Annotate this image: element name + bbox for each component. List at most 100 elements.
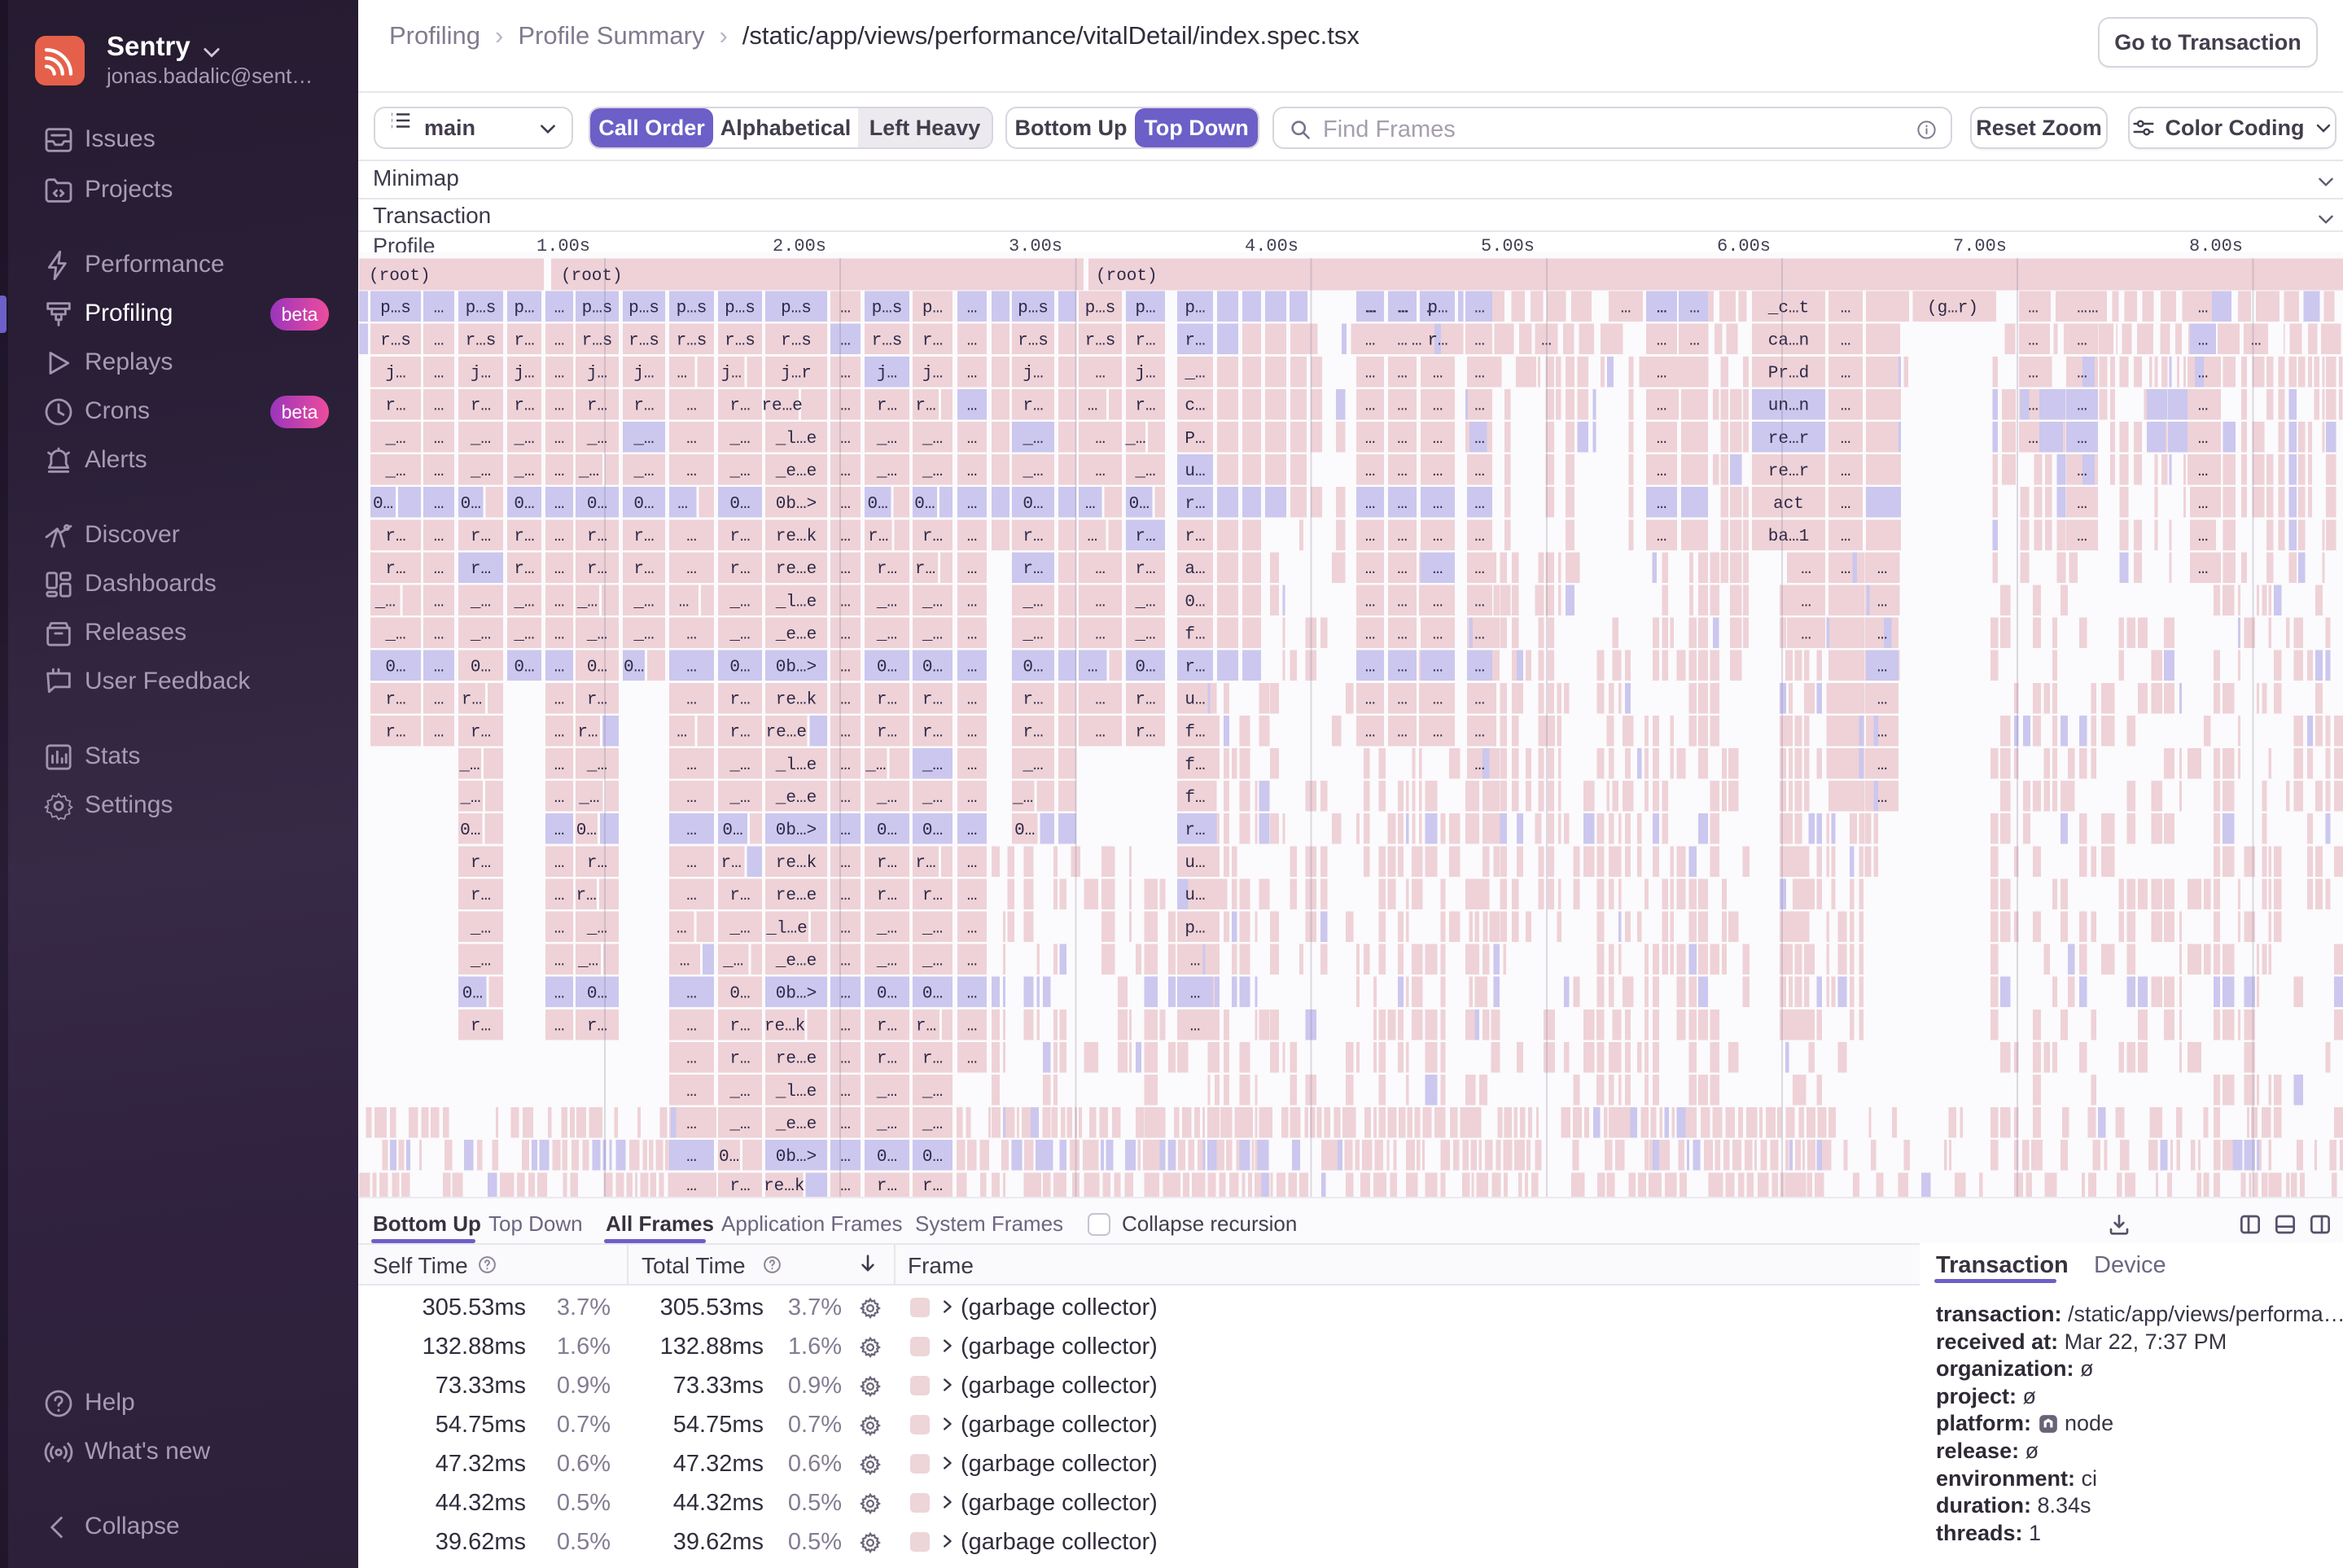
svg-text:…: … — [2198, 528, 2209, 546]
svg-text:…: … — [554, 821, 565, 840]
svg-text:…: … — [1426, 299, 1437, 318]
svg-text:…: … — [1190, 1018, 1201, 1036]
svg-text:_…: _… — [633, 625, 654, 644]
svg-text:…: … — [554, 528, 565, 546]
svg-text:…: … — [1397, 397, 1408, 416]
svg-text:…: … — [2198, 331, 2209, 350]
svg-text:_…: _… — [470, 952, 491, 970]
svg-text:r…: r… — [1185, 821, 1205, 840]
svg-text:r…: r… — [1135, 560, 1155, 579]
svg-text:0…: 0… — [922, 1148, 943, 1167]
svg-text:p…: p… — [1185, 919, 1205, 938]
svg-text:…: … — [840, 658, 851, 677]
svg-text:_e…e: _e…e — [775, 789, 817, 808]
svg-text:…: … — [554, 430, 565, 449]
svg-text:j…: j… — [385, 365, 405, 383]
svg-text:0…: 0… — [877, 984, 897, 1003]
svg-text:p…s: p…s — [466, 299, 497, 318]
svg-text:r…: r… — [471, 397, 491, 416]
svg-text:_…: _… — [729, 919, 750, 938]
svg-text:…: … — [554, 560, 565, 579]
svg-text:…: … — [554, 724, 565, 742]
svg-text:p…: p… — [1185, 299, 1205, 318]
svg-text:_…: _… — [922, 430, 943, 449]
svg-text:_…: _… — [729, 625, 750, 644]
svg-text:…: … — [1433, 658, 1443, 677]
svg-text:j…: j… — [922, 365, 943, 383]
svg-text:…: … — [967, 821, 978, 840]
svg-text:…: … — [1095, 430, 1106, 449]
svg-text:0…: 0… — [460, 821, 480, 840]
svg-text:0…: 0… — [385, 658, 405, 677]
svg-text:re…r: re…r — [1768, 430, 1809, 449]
svg-text:…: … — [840, 821, 851, 840]
svg-text:…: … — [679, 593, 690, 611]
svg-text:r…: r… — [385, 397, 405, 416]
svg-text:…: … — [2077, 528, 2087, 546]
svg-text:…: … — [1095, 625, 1106, 644]
svg-text:r…: r… — [385, 528, 405, 546]
svg-text:(root): (root) — [1096, 267, 1158, 286]
svg-text:0…: 0… — [719, 1148, 739, 1167]
svg-text:_…: _… — [1022, 430, 1043, 449]
svg-text:…: … — [1085, 495, 1096, 514]
svg-text:…: … — [686, 462, 697, 481]
svg-text:r…: r… — [462, 691, 482, 710]
svg-text:r…: r… — [471, 724, 491, 742]
svg-text:p…s: p…s — [872, 299, 903, 318]
svg-text:r…: r… — [1135, 331, 1155, 350]
svg-text:…: … — [1877, 658, 1888, 677]
svg-text:…: … — [1365, 397, 1376, 416]
svg-text:r…: r… — [922, 528, 943, 546]
svg-text:…: … — [1433, 430, 1443, 449]
svg-text:…: … — [1365, 462, 1376, 481]
svg-text:…: … — [677, 365, 687, 383]
svg-text:0b…>: 0b…> — [776, 1148, 817, 1167]
svg-text:…: … — [1397, 528, 1408, 546]
svg-text:_…: _… — [729, 789, 750, 808]
svg-text:j…r: j…r — [781, 365, 812, 383]
svg-text:p…s: p…s — [677, 299, 707, 318]
svg-text:…: … — [2028, 365, 2039, 383]
svg-text:…: … — [840, 528, 851, 546]
svg-text:…: … — [1657, 397, 1667, 416]
svg-text:_e…e: _e…e — [775, 625, 817, 644]
svg-text:_…: _… — [876, 462, 897, 481]
svg-text:…: … — [1365, 691, 1376, 710]
svg-text:Pr…d: Pr…d — [1768, 365, 1809, 383]
svg-text:…: … — [1474, 756, 1485, 775]
svg-text:…: … — [1657, 365, 1667, 383]
svg-text:r…s: r…s — [725, 331, 755, 350]
svg-text:…: … — [686, 1050, 697, 1069]
svg-text:…: … — [840, 1115, 851, 1134]
svg-text:…: … — [967, 331, 978, 350]
svg-text:r…: r… — [1023, 691, 1043, 710]
svg-text:u…: u… — [1185, 462, 1205, 481]
svg-text:_e…e: _e…e — [775, 462, 817, 481]
svg-text:…: … — [1657, 299, 1667, 318]
svg-text:r…: r… — [729, 1050, 750, 1069]
svg-text:r…: r… — [1185, 331, 1205, 350]
svg-text:…: … — [554, 593, 565, 611]
svg-text:…: … — [1841, 430, 1851, 449]
svg-text:…: … — [1397, 430, 1408, 449]
svg-text:…: … — [840, 1018, 851, 1036]
svg-text:…: … — [2028, 397, 2039, 416]
svg-text:…: … — [2198, 299, 2209, 318]
svg-text:…: … — [554, 331, 565, 350]
svg-text:_…: _… — [1022, 462, 1043, 481]
svg-text:…: … — [1190, 952, 1201, 970]
svg-text:…: … — [2088, 299, 2099, 318]
svg-text:…: … — [1474, 495, 1485, 514]
svg-text:0b…>: 0b…> — [776, 495, 817, 514]
svg-text:…: … — [554, 756, 565, 775]
svg-text:r…: r… — [1427, 331, 1447, 350]
svg-text:…: … — [686, 430, 697, 449]
svg-text:0…: 0… — [1023, 495, 1043, 514]
svg-text:_…: _… — [865, 756, 886, 775]
svg-text:…: … — [967, 462, 978, 481]
svg-text:…: … — [1841, 462, 1851, 481]
svg-text:r…: r… — [877, 560, 897, 579]
svg-text:…: … — [967, 528, 978, 546]
svg-text:…: … — [1657, 430, 1667, 449]
